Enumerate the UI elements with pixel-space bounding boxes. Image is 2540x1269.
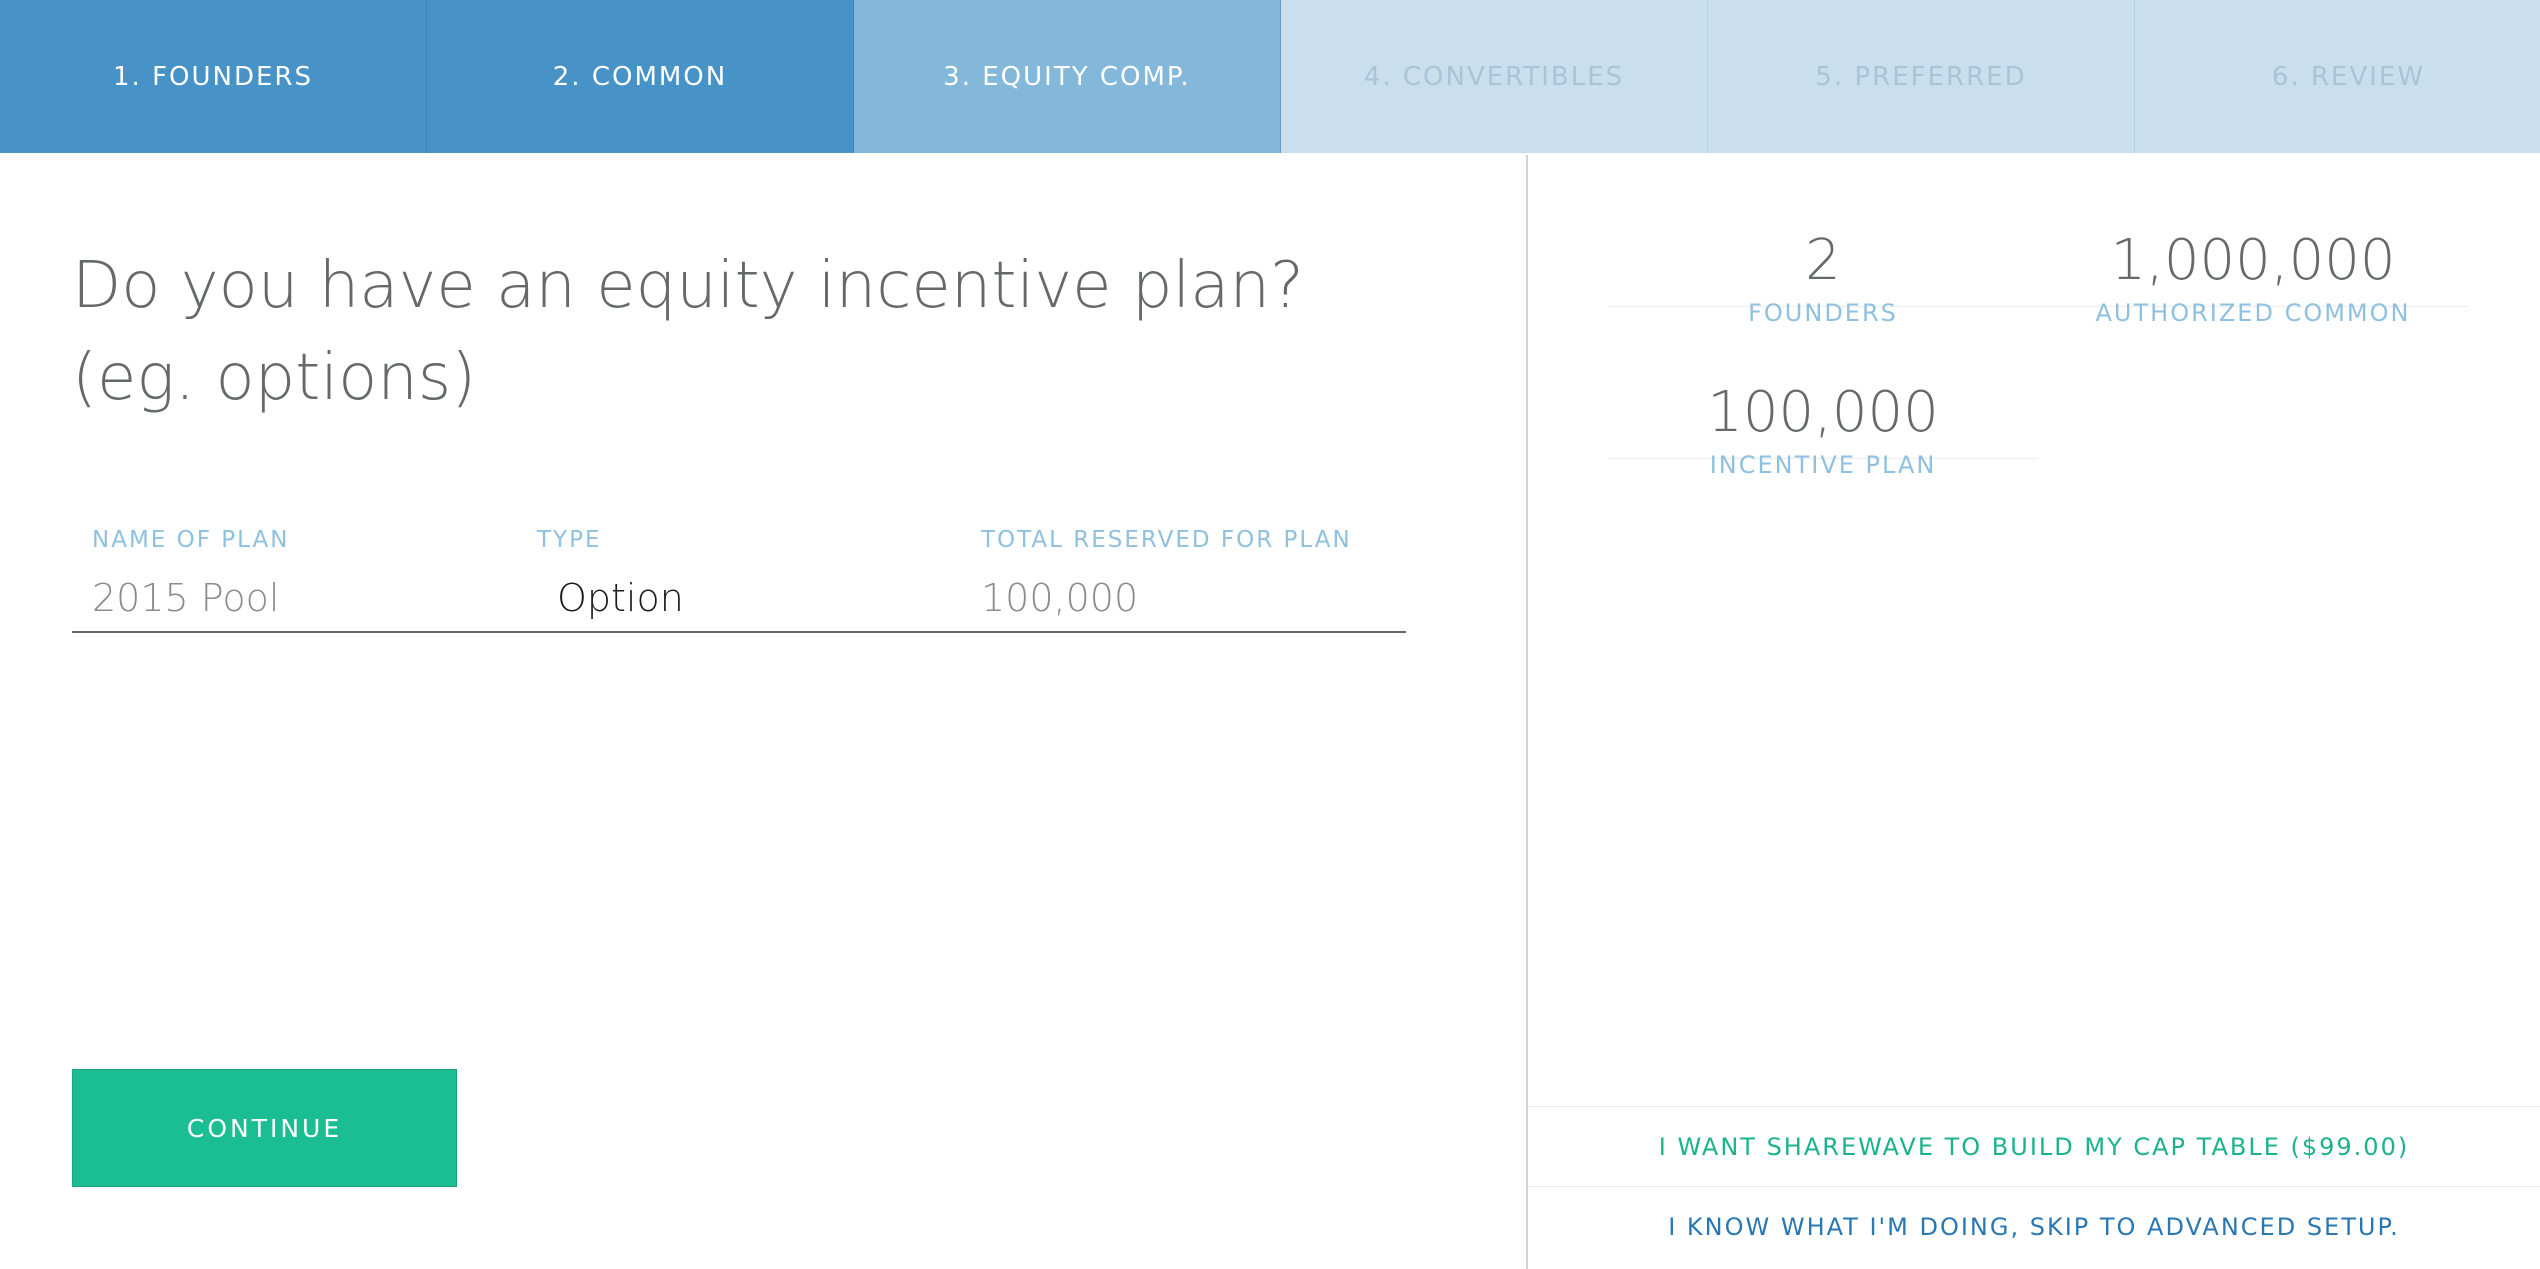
skip-to-advanced-link[interactable]: I KNOW WHAT I'M DOING, SKIP TO ADVANCED …: [1528, 1186, 2540, 1266]
plan-table: NAME OF PLAN TYPE TOTAL RESERVED FOR PLA…: [72, 515, 1406, 633]
stat-founders-value: 2: [1805, 228, 1841, 293]
plan-type-select[interactable]: Option: [517, 576, 961, 620]
step-common[interactable]: 2. COMMON: [427, 0, 854, 153]
progress-steps: 1. FOUNDERS 2. COMMON 3. EQUITY COMP. 4.…: [0, 0, 2540, 153]
summary-panel: 2 FOUNDERS 1,000,000 AUTHORIZED COMMON 1…: [1528, 155, 2540, 1269]
plan-total-field[interactable]: 100,000: [961, 576, 1406, 620]
stat-founders: 2 FOUNDERS: [1608, 155, 2038, 327]
header-total-reserved: TOTAL RESERVED FOR PLAN: [981, 527, 1352, 553]
header-type: TYPE: [537, 527, 602, 553]
plan-name-field[interactable]: 2015 Pool: [72, 576, 517, 620]
build-cap-table-link[interactable]: I WANT SHAREWAVE TO BUILD MY CAP TABLE (…: [1528, 1106, 2540, 1186]
stat-incentive-plan-label: INCENTIVE PLAN: [1709, 451, 1937, 479]
setup-actions: I WANT SHAREWAVE TO BUILD MY CAP TABLE (…: [1528, 1106, 2540, 1266]
step-founders[interactable]: 1. FOUNDERS: [0, 0, 427, 153]
step-convertibles[interactable]: 4. CONVERTIBLES: [1281, 0, 1708, 153]
step-preferred[interactable]: 5. PREFERRED: [1708, 0, 2135, 153]
question-heading: Do you have an equity incentive plan? (e…: [72, 249, 1304, 415]
step-review[interactable]: 6. REVIEW: [2135, 0, 2540, 153]
stat-authorized-common-value: 1,000,000: [2110, 228, 2396, 293]
stat-incentive-plan: 100,000 INCENTIVE PLAN: [1608, 307, 2038, 479]
stat-authorized-common: 1,000,000 AUTHORIZED COMMON: [2038, 155, 2468, 327]
step-equity-comp[interactable]: 3. EQUITY COMP.: [854, 0, 1281, 153]
stat-incentive-plan-value: 100,000: [1707, 380, 1939, 445]
plan-table-header: NAME OF PLAN TYPE TOTAL RESERVED FOR PLA…: [72, 515, 1406, 565]
main-panel: Do you have an equity incentive plan? (e…: [0, 155, 1526, 1269]
table-row: 2015 Pool Option 100,000: [72, 565, 1406, 633]
continue-button[interactable]: CONTINUE: [72, 1069, 457, 1187]
header-name-of-plan: NAME OF PLAN: [92, 527, 290, 553]
stat-authorized-common-label: AUTHORIZED COMMON: [2095, 299, 2411, 327]
